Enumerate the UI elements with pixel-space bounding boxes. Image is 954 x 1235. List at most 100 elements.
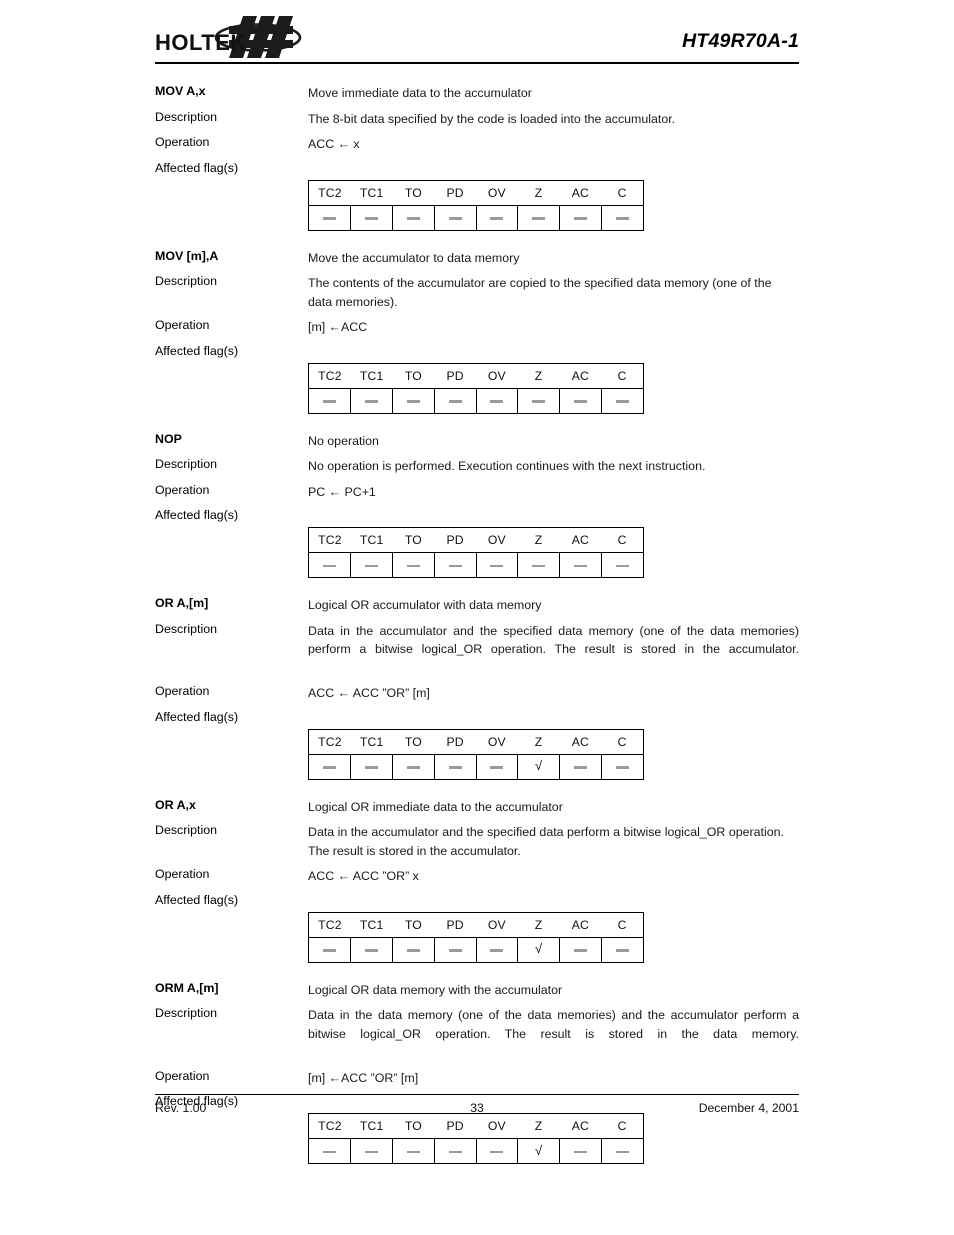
- dash-icon: [365, 949, 379, 952]
- dash-icon: [406, 564, 420, 568]
- dash-icon: [573, 400, 587, 403]
- flag-column-header: Z: [517, 729, 560, 755]
- instruction-summary: Logical OR data memory with the accumula…: [308, 982, 563, 997]
- instruction-summary: Logical OR immediate data to the accumul…: [308, 799, 563, 814]
- affected-flags-row: Affected flag(s): [155, 893, 799, 908]
- flag-column-header: C: [601, 527, 644, 553]
- flag-table-wrapper: TC2 TC1 TO PD OV Z AC C √: [308, 728, 799, 780]
- operation-row: Operation [m] ←ACC: [155, 318, 799, 337]
- operation-label: Operation: [155, 1068, 210, 1083]
- instruction-summary: Logical OR accumulator with data memory: [308, 598, 542, 612]
- flag-column-header: AC: [559, 180, 602, 206]
- flag-column-header: PD: [434, 912, 476, 938]
- flag-cell-affected: √: [517, 937, 560, 962]
- description-row: Description Data in the data memory (one …: [155, 1006, 799, 1062]
- flag-table-value-row: √: [309, 754, 644, 779]
- flag-cell-unaffected: [475, 388, 518, 413]
- flag-cell-unaffected: [559, 552, 602, 578]
- dash-icon: [323, 949, 337, 952]
- affected-flags-label: Affected flag(s): [155, 709, 239, 724]
- description-label: Description: [155, 457, 217, 471]
- check-icon: √: [535, 1142, 543, 1158]
- flag-cell-unaffected: [559, 388, 602, 413]
- dash-icon: [490, 1150, 504, 1154]
- dash-icon: [323, 217, 337, 220]
- flag-cell-unaffected: [392, 754, 435, 779]
- instruction-list: MOV A,x Move immediate data to the accumu…: [155, 84, 799, 1164]
- flag-column-header: TC1: [350, 363, 393, 389]
- flag-table-wrapper: TC2 TC1 TO PD OV Z AC C: [308, 362, 799, 414]
- dash-icon: [615, 217, 629, 220]
- dash-icon: [615, 1150, 629, 1154]
- flag-column-header: AC: [559, 729, 602, 755]
- operation-row: Operation PC ← PC+1: [155, 483, 799, 502]
- dash-icon: [490, 949, 504, 952]
- flag-cell-unaffected: [350, 552, 393, 578]
- dash-icon: [406, 217, 420, 220]
- instruction-description: Data in the data memory (one of the data…: [308, 1008, 799, 1041]
- document-title: HT49R70A-1: [682, 30, 799, 52]
- dash-icon: [365, 564, 379, 568]
- instruction-operation: PC ← PC+1: [308, 484, 376, 499]
- operation-label: Operation: [155, 318, 210, 332]
- flag-column-header: PD: [434, 363, 476, 389]
- flag-column-header: C: [601, 729, 644, 755]
- flag-column-header: OV: [476, 527, 518, 553]
- flag-table-value-row: √: [309, 1138, 644, 1164]
- dash-icon: [448, 564, 462, 568]
- instruction-mnemonic: MOV [m],A: [155, 248, 219, 263]
- flag-cell-unaffected: [559, 1138, 602, 1164]
- dash-icon: [406, 1150, 420, 1154]
- flag-cell-unaffected: [475, 754, 518, 779]
- instruction-mnemonic: OR A,[m]: [155, 596, 209, 610]
- flag-column-header: TC2: [308, 729, 351, 755]
- flag-table-header-row: TC2 TC1 TO PD OV Z AC C: [308, 527, 644, 553]
- flag-cell-unaffected: [350, 1138, 393, 1164]
- flag-cell-unaffected: [392, 937, 435, 962]
- flag-column-header: TO: [392, 729, 435, 755]
- flag-cell-unaffected: [392, 1138, 435, 1164]
- dash-icon: [365, 400, 379, 403]
- flag-table-header-row: TC2 TC1 TO PD OV Z AC C: [308, 363, 644, 389]
- flag-column-header: AC: [559, 363, 602, 389]
- affected-flags-label: Affected flag(s): [155, 892, 239, 907]
- instruction-description: Data in the accumulator and the specifie…: [308, 623, 799, 657]
- flag-column-header: TO: [392, 912, 435, 938]
- description-row: Description The 8-bit data specified by t…: [155, 110, 799, 129]
- instruction-heading-row: MOV A,x Move immediate data to the accumu…: [155, 84, 799, 103]
- flag-column-header: PD: [434, 527, 476, 553]
- page-footer: Rev. 1.00 33 December 4, 2001: [155, 1094, 799, 1134]
- dash-icon: [490, 564, 504, 568]
- flag-table-value-row: [309, 388, 644, 413]
- instruction-description: The contents of the accumulator are copi…: [308, 276, 772, 309]
- instruction-operation: ACC ← ACC ”OR” x: [308, 869, 419, 883]
- flag-cell-unaffected: [433, 754, 476, 779]
- flag-column-header: OV: [476, 912, 518, 938]
- instruction-mnemonic: OR A,x: [155, 797, 196, 812]
- flag-cell-unaffected: [600, 552, 644, 578]
- flag-cell-affected: √: [517, 754, 560, 779]
- flag-cell-unaffected: [600, 754, 644, 779]
- description-label: Description: [155, 823, 217, 837]
- flag-cell-unaffected: [309, 754, 351, 779]
- affected-flags-table: TC2 TC1 TO PD OV Z AC C: [308, 362, 644, 414]
- description-row: Description Data in the accumulator and t…: [155, 823, 799, 860]
- flag-column-header: TO: [392, 180, 435, 206]
- flag-cell-unaffected: [309, 553, 351, 578]
- instruction-heading-row: OR A,[m] Logical OR accumulator with data…: [155, 596, 799, 615]
- affected-flags-table: TC2 TC1 TO PD OV Z AC C √: [308, 911, 644, 963]
- flag-column-header: TO: [392, 363, 435, 389]
- flag-cell-unaffected: [559, 754, 602, 779]
- publication-date: December 4, 2001: [698, 1101, 799, 1115]
- affected-flags-table: TC2 TC1 TO PD OV Z AC C √: [308, 728, 644, 780]
- dash-icon: [323, 766, 337, 769]
- instruction-operation: [m] ←ACC: [308, 320, 368, 334]
- dash-icon: [615, 400, 629, 403]
- instruction-block: OR A,x Logical OR immediate data to the a…: [155, 798, 799, 963]
- affected-flags-label: Affected flag(s): [155, 508, 239, 522]
- instruction-block: MOV A,x Move immediate data to the accumu…: [155, 84, 799, 231]
- dash-icon: [323, 564, 337, 568]
- dash-icon: [573, 1150, 587, 1154]
- affected-flags-label: Affected flag(s): [155, 160, 239, 175]
- description-label: Description: [155, 274, 217, 288]
